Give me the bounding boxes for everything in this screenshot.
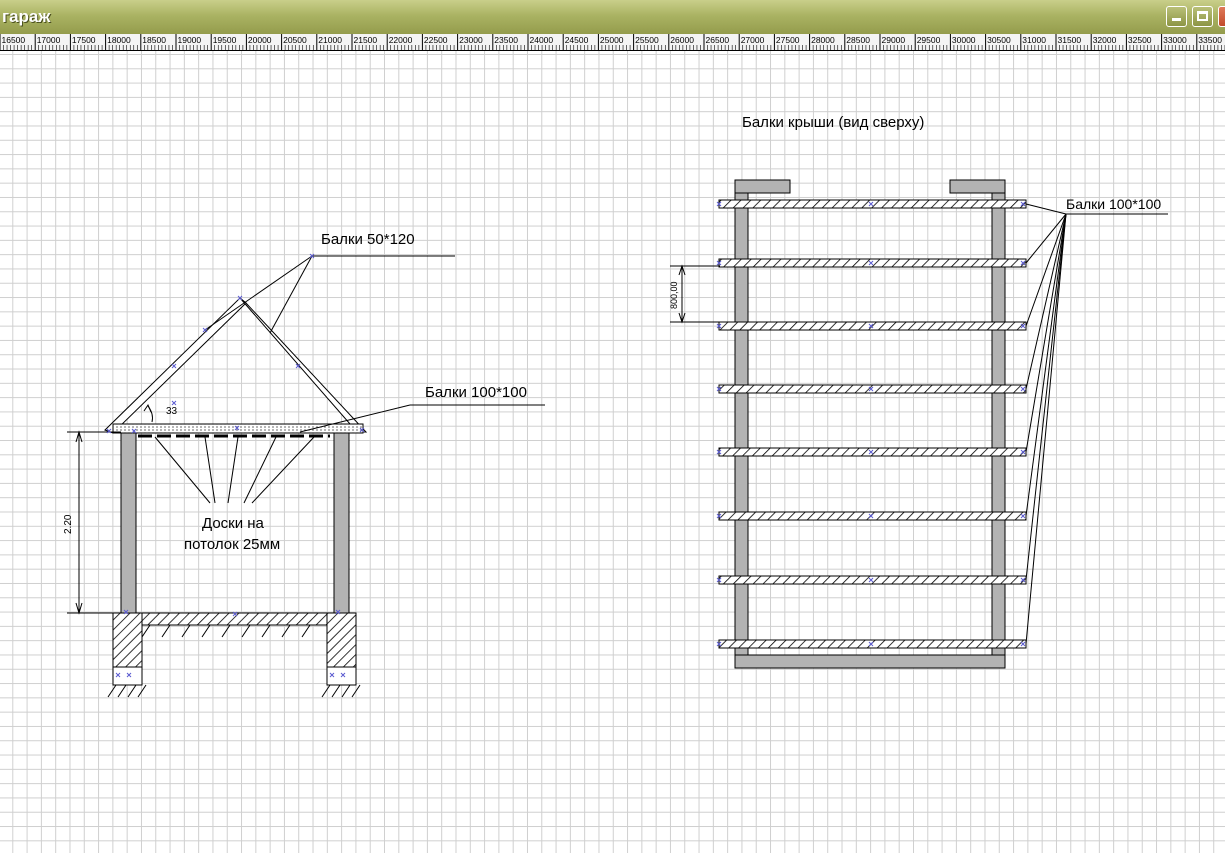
ruler-label: 29000	[882, 35, 906, 45]
ruler-label: 17000	[37, 35, 61, 45]
ruler-label: 26000	[670, 35, 694, 45]
close-button[interactable]	[1218, 6, 1225, 27]
ruler-label: 26500	[706, 35, 730, 45]
plan-beam[interactable]	[718, 575, 1027, 585]
foundation-right[interactable]	[326, 612, 357, 668]
ruler-label: 31000	[1022, 35, 1046, 45]
plan-beam[interactable]	[718, 321, 1027, 331]
angle-value: 33	[166, 406, 178, 417]
plan-beam[interactable]	[718, 447, 1027, 457]
ruler-label: 20000	[248, 35, 272, 45]
plan-beam[interactable]	[718, 384, 1027, 394]
plan-wall-bottom[interactable]	[734, 654, 1006, 669]
angle-mark	[143, 403, 153, 423]
ruler-label: 19000	[178, 35, 202, 45]
ruler-label: 22000	[389, 35, 413, 45]
roof-plan: Балки крыши (вид сверху) 800,00 Балки 10…	[669, 114, 1168, 669]
spacing-value: 800,00	[669, 281, 679, 309]
ruler-label: 29500	[917, 35, 941, 45]
foundation-left[interactable]	[112, 612, 143, 668]
ruler-label: 33000	[1163, 35, 1187, 45]
label-beams-100x100-section: Балки 100*100	[425, 384, 527, 401]
boards-leaders	[154, 436, 315, 504]
ruler-label: 24000	[530, 35, 554, 45]
ruler-label: 32500	[1128, 35, 1152, 45]
plan-beam[interactable]	[718, 511, 1027, 521]
height-value: 2.20	[63, 514, 74, 534]
ruler-label: 17500	[72, 35, 96, 45]
label-beams-50x120: Балки 50*120	[321, 231, 415, 248]
ruler-label: 18500	[142, 35, 166, 45]
ruler-label: 25500	[635, 35, 659, 45]
plan-beam[interactable]	[718, 258, 1027, 268]
window-title: гараж	[2, 7, 51, 26]
plan-leader-line	[1025, 213, 1067, 517]
plan-wall-top-right[interactable]	[949, 179, 1006, 194]
ruler-label: 33500	[1198, 35, 1222, 45]
ruler-label: 22500	[424, 35, 448, 45]
drawing-canvas[interactable]: 2.20 33 Балки 50*120 Балки 100*100 Доски	[0, 51, 1225, 853]
ruler-label: 21500	[354, 35, 378, 45]
ruler-label: 28500	[846, 35, 870, 45]
wall-left[interactable]	[120, 432, 137, 614]
ruler-label: 23000	[459, 35, 483, 45]
wall-right[interactable]	[333, 432, 350, 614]
ground-hatch	[107, 624, 361, 698]
garage-section: 2.20 33 Балки 50*120 Балки 100*100 Доски	[63, 231, 545, 698]
ruler-label: 31500	[1058, 35, 1082, 45]
minimize-icon	[1172, 18, 1181, 21]
maximize-icon	[1197, 11, 1208, 21]
ruler-label: 28000	[811, 35, 835, 45]
minimize-button[interactable]	[1166, 6, 1187, 27]
plan-leader-line	[1025, 213, 1067, 645]
plan-title: Балки крыши (вид сверху)	[742, 114, 924, 131]
ruler-label: 27000	[741, 35, 765, 45]
rafter-right[interactable]	[239, 297, 368, 433]
rafter-leaders	[204, 255, 455, 334]
ruler-label: 18000	[107, 35, 131, 45]
ruler-label: 25000	[600, 35, 624, 45]
ruler-label: 24500	[565, 35, 589, 45]
ruler-label: 30500	[987, 35, 1011, 45]
plan-leaders	[1025, 203, 1067, 645]
label-boards-line1: Доски на	[202, 515, 265, 532]
plan-wall-left[interactable]	[734, 181, 749, 669]
ruler-label: 32000	[1093, 35, 1117, 45]
horizontal-ruler[interactable]: 16500 17000 17500 18000 18500 19000 19500 20000…	[0, 34, 1225, 51]
height-dimension	[67, 430, 121, 615]
ruler-label: 21000	[318, 35, 342, 45]
plan-wall-top-left[interactable]	[734, 179, 791, 194]
label-beams-100x100-plan: Балки 100*100	[1066, 196, 1161, 212]
window-titlebar: гараж	[0, 0, 1225, 35]
ruler-label: 23500	[494, 35, 518, 45]
ruler-scale: 16500 17000 17500 18000 18500 19000 19500 20000…	[0, 34, 1225, 50]
maximize-button[interactable]	[1192, 6, 1213, 27]
drawing-svg: 2.20 33 Балки 50*120 Балки 100*100 Доски	[63, 114, 1168, 698]
plan-beam[interactable]	[718, 639, 1027, 649]
plan-leader-line	[1025, 213, 1067, 453]
plan-leader-line	[1025, 203, 1067, 215]
ruler-label: 30000	[952, 35, 976, 45]
ruler-label: 16500	[2, 35, 26, 45]
plan-beam[interactable]	[718, 199, 1027, 209]
ruler-label: 27500	[776, 35, 800, 45]
ruler-label: 20500	[283, 35, 307, 45]
label-boards-line2: потолок 25мм	[184, 536, 280, 553]
plan-beams	[716, 199, 1027, 649]
plan-wall-right[interactable]	[991, 181, 1006, 669]
ruler-label: 19500	[213, 35, 237, 45]
